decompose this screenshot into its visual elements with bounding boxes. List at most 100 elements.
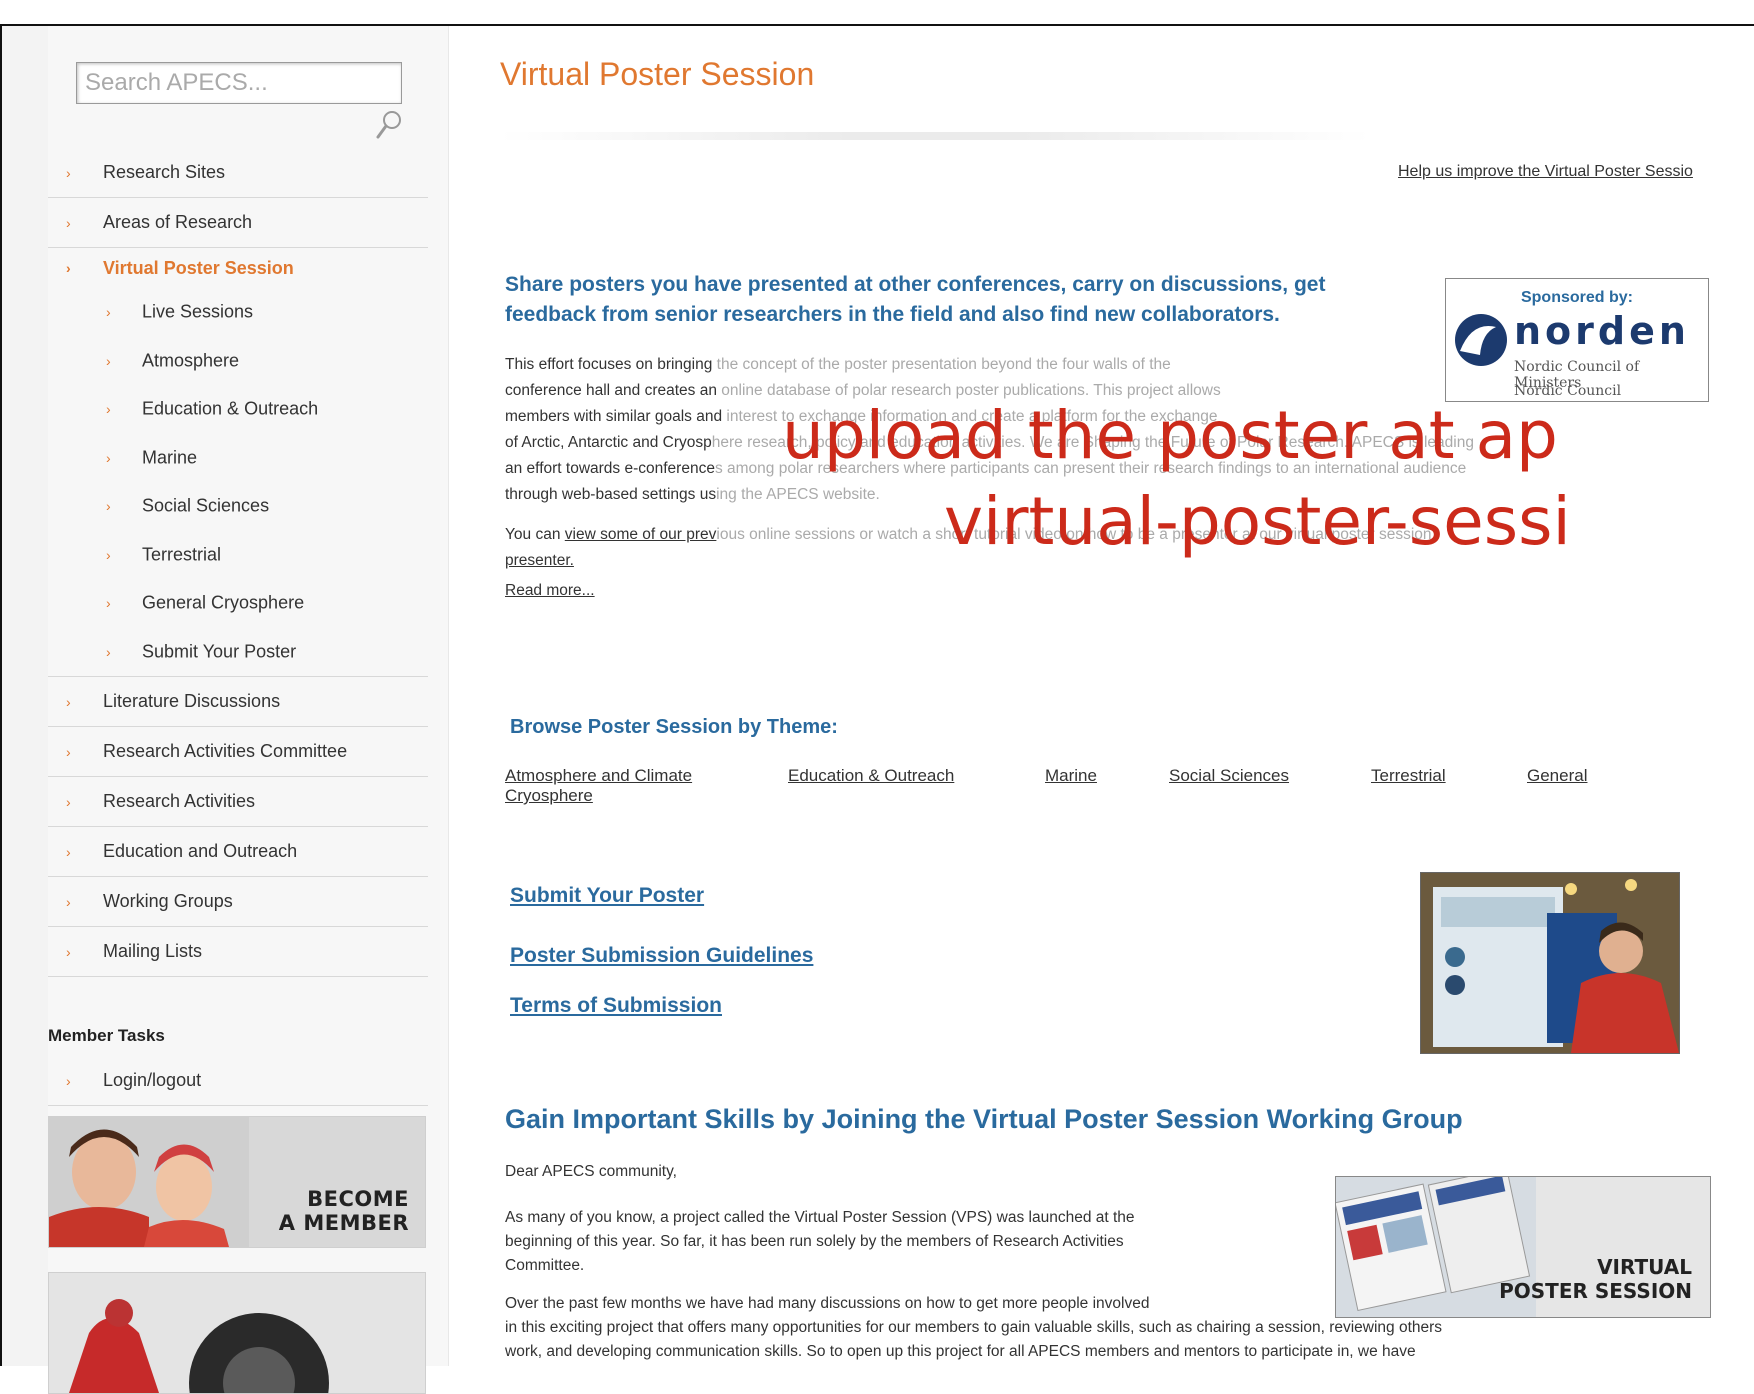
help-improve-link[interactable]: Help us improve the Virtual Poster Sessi… (1398, 163, 1693, 181)
search-input[interactable] (77, 63, 401, 103)
intro-line: of Arctic, Antarctic and Cryosphere rese… (505, 430, 1754, 456)
sidebar-subitem-submit-your-poster[interactable]: › Submit Your Poster (48, 628, 428, 677)
working-group-heading: Gain Important Skills by Joining the Vir… (505, 1104, 1463, 1134)
sidebar-item-working-groups[interactable]: › Working Groups (48, 877, 428, 927)
theme-link-education[interactable]: Education & Outreach (788, 766, 954, 786)
text-faint: here research, policy and education acti… (711, 434, 1474, 451)
member-tasks-list: › Login/logout (48, 1056, 428, 1106)
search-box[interactable] (76, 62, 402, 104)
sidebar-subitem-live-sessions[interactable]: › Live Sessions (48, 288, 428, 337)
sidebar-subitem-general-cryosphere[interactable]: › General Cryosphere (48, 579, 428, 628)
letter-line: As many of you know, a project called th… (505, 1209, 1135, 1226)
chevron-right-icon: › (66, 893, 71, 910)
intro-heading: Share posters you have presented at othe… (505, 273, 1326, 326)
sidebar-subitem-label: Social Sciences (142, 495, 270, 516)
chevron-right-icon: › (106, 643, 111, 660)
vps-banner-line2: POSTER SESSION (1499, 1279, 1692, 1303)
intro-line: members with similar goals and interest … (505, 404, 1754, 430)
text-faint: s among polar researchers where particip… (714, 460, 1467, 477)
letter-line: Committee. (505, 1257, 585, 1274)
letter-paragraph-1: As many of you know, a project called th… (505, 1206, 1305, 1278)
chevron-right-icon: › (66, 1072, 71, 1089)
sidebar-item-login-logout[interactable]: › Login/logout (48, 1056, 428, 1106)
sidebar-subnav: › Live Sessions › Atmosphere › Education… (48, 288, 428, 677)
poster-presenter-photo (1420, 872, 1680, 1054)
theme-link-label: Cryosphere (505, 786, 593, 805)
intro-line: conference hall and creates an online da… (505, 378, 1754, 404)
sidebar-item-mailing-lists[interactable]: › Mailing Lists (48, 927, 428, 977)
chevron-right-icon: › (66, 743, 71, 760)
chevron-right-icon: › (66, 260, 71, 276)
title-divider (500, 132, 1370, 140)
sidebar-item-label: Areas of Research (103, 212, 253, 232)
text-dark: This effort focuses on bringing (505, 356, 713, 373)
sidebar-subitem-label: General Cryosphere (142, 592, 305, 613)
text-faint: the concept of the poster presentation b… (712, 356, 1171, 373)
text-dark: conference hall and creates an (505, 382, 717, 399)
letter-line: work, and developing communication skill… (505, 1343, 1416, 1360)
window-left-edge (0, 24, 48, 1366)
text-dark: through web-based settings us (505, 486, 717, 503)
sidebar-subitem-atmosphere[interactable]: › Atmosphere (48, 337, 428, 386)
theme-link-social-sciences[interactable]: Social Sciences (1169, 766, 1289, 786)
sidebar-item-research-sites[interactable]: › Research Sites (48, 148, 428, 198)
sidebar-item-label: Login/logout (103, 1070, 202, 1090)
chevron-right-icon: › (106, 498, 111, 515)
sidebar-item-research-activities[interactable]: › Research Activities (48, 777, 428, 827)
chevron-right-icon: › (66, 793, 71, 810)
chevron-right-icon: › (106, 304, 111, 321)
terms-of-submission-link[interactable]: Terms of Submission (510, 994, 722, 1018)
text-faint: interest to exchange information and cre… (722, 408, 1218, 425)
banner-title-line2: A MEMBER (278, 1211, 409, 1235)
sidebar-item-label: Research Activities (103, 791, 256, 811)
intro-paragraph: This effort focuses on bringing the conc… (505, 352, 1754, 604)
sidebar-subitem-terrestrial[interactable]: › Terrestrial (48, 531, 428, 580)
sidebar-nav: › Research Sites › Areas of Research › V… (48, 148, 428, 977)
previous-sessions-link[interactable]: view some of our prev (565, 526, 717, 543)
submission-guidelines-link[interactable]: Poster Submission Guidelines (510, 944, 813, 968)
text-dark: members with similar goals and (505, 408, 723, 425)
letter-line: in this exciting project that offers man… (505, 1319, 1443, 1336)
presenter-link[interactable]: presenter. (505, 552, 574, 569)
members-photo (49, 1117, 249, 1247)
sidebar-subitem-marine[interactable]: › Marine (48, 434, 428, 483)
vps-banner-line1: VIRTUAL (1597, 1255, 1692, 1279)
page-title: Virtual Poster Session (500, 56, 815, 92)
chevron-right-icon: › (106, 546, 111, 563)
text-dark: of Arctic, Antarctic and Cryosp (505, 434, 712, 451)
sidebar-subitem-label: Terrestrial (142, 544, 222, 565)
read-more-link[interactable]: Read more... (505, 582, 595, 599)
submit-poster-link[interactable]: Submit Your Poster (510, 884, 704, 908)
theme-link-marine[interactable]: Marine (1045, 766, 1097, 786)
sidebar-item-literature-discussions[interactable]: › Literature Discussions (48, 677, 428, 727)
sidebar-item-areas-of-research[interactable]: › Areas of Research (48, 198, 428, 248)
sidebar-item-education-and-outreach[interactable]: › Education and Outreach (48, 827, 428, 877)
sponsor-brand: norden (1514, 309, 1690, 353)
sidebar-subitem-education-outreach[interactable]: › Education & Outreach (48, 385, 428, 434)
sessions-line: You can view some of our previous online… (505, 522, 1754, 548)
sidebar-item-label: Mailing Lists (103, 941, 203, 961)
sponsor-label: Sponsored by: (1520, 289, 1633, 306)
text-faint: or watch a short tutorial video on how t… (855, 526, 1432, 543)
sidebar-subitem-social-sciences[interactable]: › Social Sciences (48, 482, 428, 531)
banner-title-line1: BECOME (307, 1187, 409, 1211)
sidebar-item-label: Working Groups (103, 891, 233, 911)
vps-banner[interactable]: VIRTUAL POSTER SESSION (1335, 1176, 1711, 1318)
sidebar-item-virtual-poster-session[interactable]: › Virtual Poster Session (48, 248, 428, 288)
sidebar-item-research-activities-committee[interactable]: › Research Activities Committee (48, 727, 428, 777)
chevron-right-icon: › (106, 595, 111, 612)
intro-line: an effort towards e-conferences among po… (505, 456, 1754, 482)
sidebar-subitem-label: Education & Outreach (142, 398, 319, 419)
theme-link-label: Atmosphere and Climate (505, 766, 693, 785)
sidebar-subitem-label: Live Sessions (142, 301, 254, 322)
secondary-banner[interactable] (48, 1272, 426, 1394)
become-member-banner[interactable]: BECOME A MEMBER (48, 1116, 426, 1248)
letter-line: beginning of this year. So far, it has b… (505, 1233, 1124, 1250)
search-icon[interactable] (376, 110, 402, 140)
theme-link-general[interactable]: General (1527, 766, 1587, 786)
sidebar-subitem-label: Submit Your Poster (142, 641, 297, 662)
theme-link-atmosphere[interactable]: Atmosphere and Climate Cryosphere (505, 766, 692, 806)
theme-link-terrestrial[interactable]: Terrestrial (1371, 766, 1446, 786)
chevron-right-icon: › (66, 943, 71, 960)
chevron-right-icon: › (106, 401, 111, 418)
